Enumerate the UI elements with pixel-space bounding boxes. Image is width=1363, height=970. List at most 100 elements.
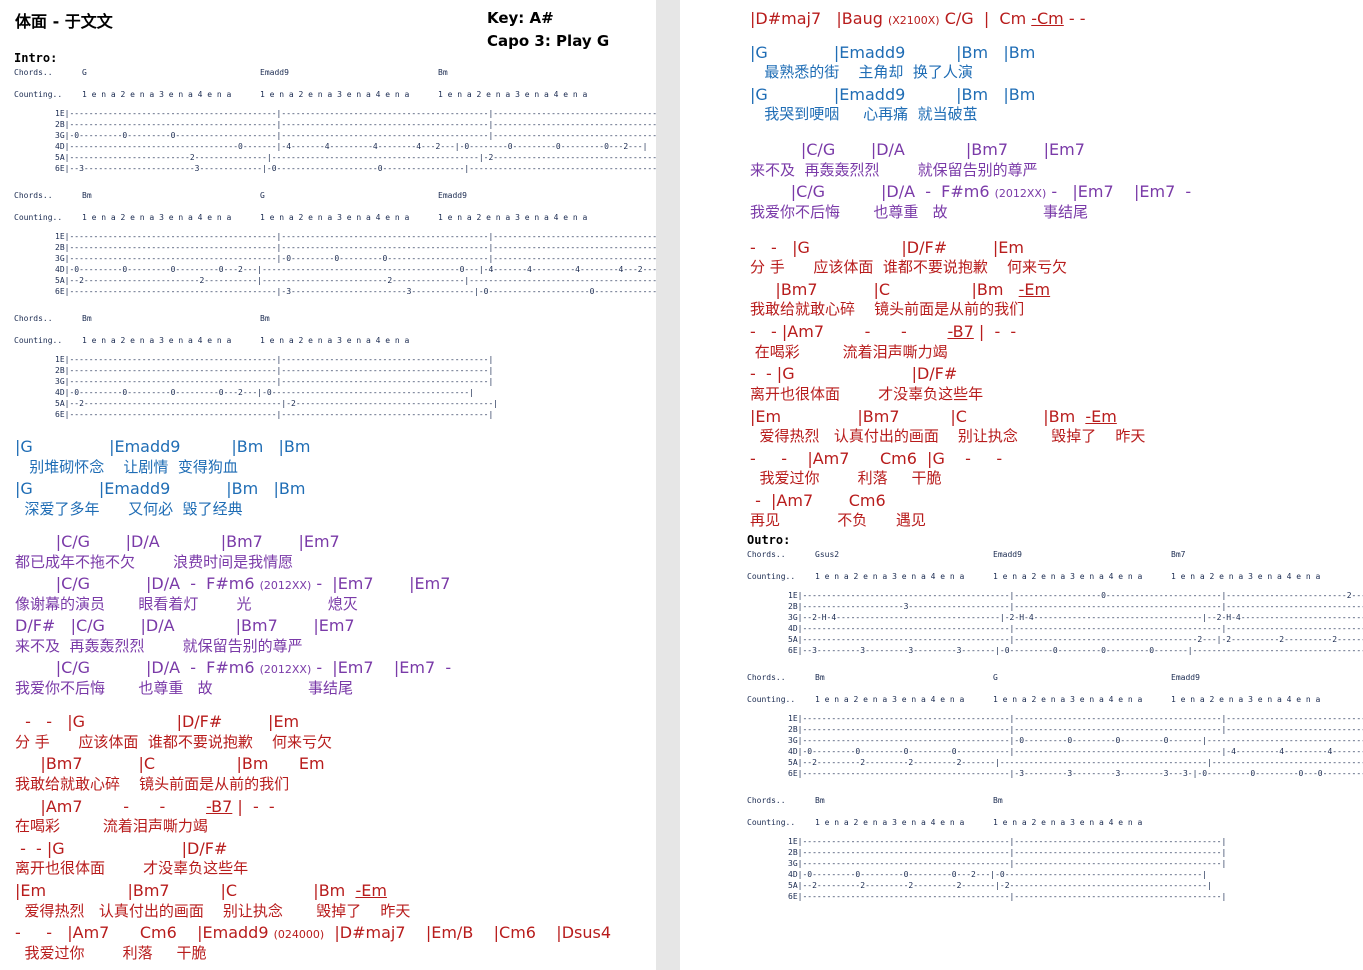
chord-line: |Em |Bm7 |C |Bm -Em bbox=[15, 881, 387, 901]
lyric-line: 别堆砌怀念 让剧情 变得狗血 bbox=[15, 457, 238, 477]
lyric-line: 爱得热烈 认真付出的画面 别让执念 毁掉了 昨天 bbox=[750, 426, 1146, 446]
lyric-text: 我敢给就敢心碎 镜头前面是从前的我们 bbox=[750, 300, 1025, 318]
chord-text: |C/G |D/A |Bm7 |Em7 bbox=[15, 532, 340, 551]
chord-text: -Cm bbox=[1031, 9, 1064, 28]
chord-line: |C/G |D/A - F#m6 (2012XX) - |Em7 |Em7 - bbox=[750, 182, 1192, 204]
tab-string-line: 6E|-------------------------------------… bbox=[55, 410, 494, 419]
chord-line: |C/G |D/A - F#m6 (2012XX) - |Em7 |Em7 - bbox=[15, 658, 451, 680]
chord-text: |C/G |D/A - F#m6 bbox=[15, 658, 260, 677]
tab-string-line: 1E|-------------------------------------… bbox=[788, 714, 1363, 723]
lyric-text: 都已成年不拖不欠 浪费时间是我情愿 bbox=[15, 553, 294, 571]
lyric-text: 分 手 应该体面 谁都不要说抱歉 何来亏欠 bbox=[15, 733, 332, 751]
lyric-text: 我敢给就敢心碎 镜头前面是从前的我们 bbox=[15, 775, 290, 793]
chord-line: D/F# |C/G |D/A |Bm7 |Em7 bbox=[15, 616, 355, 636]
chords-label: Chords.. bbox=[747, 796, 786, 805]
counting-beats: 1 e n a 2 e n a 3 e n a 4 e n a bbox=[815, 695, 965, 704]
tab-string-line: 1E|-------------------------------------… bbox=[788, 837, 1227, 846]
tab-string-line: 2B|-------------------------------------… bbox=[788, 848, 1227, 857]
chord-line: |G |Emadd9 |Bm |Bm bbox=[750, 43, 1035, 63]
counting-beats: 1 e n a 2 e n a 3 e n a 4 e n a bbox=[993, 572, 1143, 581]
counting-label: Counting.. bbox=[747, 818, 796, 827]
lyric-text: 离开也很体面 才没辜负这些年 bbox=[750, 385, 984, 403]
chord-text: - |Em7 |Em7 - bbox=[311, 658, 452, 677]
lyric-text: 爱得热烈 认真付出的画面 别让执念 毁掉了 昨天 bbox=[15, 902, 411, 920]
chord-fingering: (X2100X) bbox=[887, 14, 940, 27]
tab-string-line: 3G|-0---------0---------0---------------… bbox=[55, 131, 656, 140]
chord-text: | - - bbox=[973, 322, 1017, 341]
tab-string-line: 1E|-------------------------------------… bbox=[788, 591, 1363, 600]
chord-text: |G |Emadd9 |Bm |Bm bbox=[750, 85, 1036, 104]
lyric-line: 我爱过你 利落 干脆 bbox=[750, 468, 942, 488]
counting-label: Counting.. bbox=[14, 336, 63, 345]
tab-chord-name: Emadd9 bbox=[438, 191, 467, 200]
counting-beats: 1 e n a 2 e n a 3 e n a 4 e n a bbox=[1171, 695, 1321, 704]
chord-text: - - |Am7 - - bbox=[750, 322, 948, 341]
chord-text: C/G | Cm bbox=[939, 9, 1032, 28]
tab-string-line: 2B|-------------------------------------… bbox=[55, 366, 494, 375]
chord-text: - - bbox=[1063, 9, 1086, 28]
counting-beats: 1 e n a 2 e n a 3 e n a 4 e n a bbox=[993, 818, 1143, 827]
tab-chord-name: G bbox=[260, 191, 265, 200]
chord-line: - - |Am7 - - -B7 | - - bbox=[750, 322, 1016, 342]
lyric-line: 再见 不负 遇见 bbox=[750, 510, 926, 530]
tab-string-line: 2B|---------------------3---------------… bbox=[788, 602, 1363, 611]
tab-string-line: 1E|-------------------------------------… bbox=[55, 355, 494, 364]
lyric-line: 深爱了多年 又何必 毁了经典 bbox=[15, 499, 243, 519]
lyric-text: 分 手 应该体面 谁都不要说抱歉 何来亏欠 bbox=[750, 258, 1067, 276]
chord-text: - |Em7 |Em7 - bbox=[1046, 182, 1192, 201]
tab-string-line: 4D|-------------------------------------… bbox=[788, 624, 1363, 633]
lyric-line: 像谢幕的演员 眼看着灯 光 熄灭 bbox=[15, 594, 358, 614]
tab-string-line: 5A|-------------------------------------… bbox=[788, 635, 1363, 644]
tab-string-line: 6E|--3---------3---------3---------3----… bbox=[788, 646, 1363, 655]
chord-text: - - |G |D/F# bbox=[750, 364, 958, 383]
chord-text: - |Em7 |Em7 bbox=[311, 574, 451, 593]
chord-text: -Em bbox=[355, 881, 387, 900]
chord-line: - - |G |D/F# bbox=[15, 839, 227, 859]
chord-line: |Bm7 |C |Bm -Em bbox=[750, 280, 1050, 300]
lyric-text: 最熟悉的街 主角却 换了人演 bbox=[750, 63, 973, 81]
lyric-line: 分 手 应该体面 谁都不要说抱歉 何来亏欠 bbox=[15, 732, 332, 752]
tab-string-line: 4D|-0---------0---------0---------0---2-… bbox=[55, 265, 656, 274]
chord-line: |G |Emadd9 |Bm |Bm bbox=[15, 437, 310, 457]
chord-line: - - |G |D/F# bbox=[750, 364, 957, 384]
chord-text: |G |Emadd9 |Bm |Bm bbox=[15, 479, 306, 498]
capo-info: Capo 3: Play G bbox=[487, 32, 610, 50]
tab-string-line: 2B|-------------------------------------… bbox=[55, 243, 656, 252]
counting-label: Counting.. bbox=[747, 695, 796, 704]
chords-label: Chords.. bbox=[747, 673, 786, 682]
chord-text: |Bm7 |C |Bm bbox=[750, 280, 1019, 299]
chord-text: |D#maj7 |Em/B |Cm6 |Dsus4 bbox=[324, 923, 612, 942]
tab-string-line: 6E|-------------------------------------… bbox=[55, 287, 656, 296]
tab-string-line: 3G|-------------------------------------… bbox=[788, 736, 1363, 745]
chord-text: -Em bbox=[1018, 280, 1051, 299]
tab-string-line: 5A|--2----------------------------------… bbox=[55, 399, 499, 408]
lyric-text: 我爱你不后悔 也尊重 故 事结尾 bbox=[750, 203, 1089, 221]
counting-beats: 1 e n a 2 e n a 3 e n a 4 e n a bbox=[260, 90, 410, 99]
chord-text: - - |Am7 Cm6 |G - - bbox=[750, 449, 1003, 468]
tab-string-line: 6E|-------------------------------------… bbox=[788, 769, 1363, 778]
chord-text: |Em |Bm7 |C |Bm bbox=[750, 407, 1086, 426]
chord-text: |D#maj7 |Baug bbox=[750, 9, 888, 28]
chord-line: - - |G |D/F# |Em bbox=[15, 712, 299, 732]
counting-beats: 1 e n a 2 e n a 3 e n a 4 e n a bbox=[438, 90, 588, 99]
tab-string-line: 6E|-------------------------------------… bbox=[788, 892, 1227, 901]
counting-beats: 1 e n a 2 e n a 3 e n a 4 e n a bbox=[1171, 572, 1321, 581]
chord-line: |Bm7 |C |Bm Em bbox=[15, 754, 324, 774]
lyric-text: 别堆砌怀念 让剧情 变得狗血 bbox=[15, 458, 238, 476]
lyric-text: 我爱过你 利落 干脆 bbox=[750, 469, 942, 487]
song-title: 体面 - 于文文 bbox=[15, 12, 113, 31]
page-left: 体面 - 于文文 Key: A# Capo 3: Play G Intro: C… bbox=[0, 0, 656, 970]
chord-text: |Am7 - - bbox=[15, 797, 206, 816]
tab-chord-name: Bm bbox=[82, 314, 92, 323]
lyric-line: 爱得热烈 认真付出的画面 别让执念 毁掉了 昨天 bbox=[15, 901, 411, 921]
lyric-text: 爱得热烈 认真付出的画面 别让执念 毁掉了 昨天 bbox=[750, 427, 1146, 445]
lyric-text: 来不及 再轰轰烈烈 就保留告别的尊严 bbox=[750, 161, 1038, 179]
tab-chord-name: Bm bbox=[815, 673, 825, 682]
outro-heading: Outro: bbox=[747, 533, 791, 547]
tab-string-line: 2B|-------------------------------------… bbox=[55, 120, 656, 129]
lyric-line: 我敢给就敢心碎 镜头前面是从前的我们 bbox=[15, 774, 289, 794]
chord-text: - - |G |D/F# |Em bbox=[750, 238, 1024, 257]
chord-text: - - |Am7 Cm6 |Emadd9 bbox=[15, 923, 274, 942]
chord-fingering: (2012XX) bbox=[259, 579, 312, 592]
chord-text: |Em |Bm7 |C |Bm bbox=[15, 881, 356, 900]
